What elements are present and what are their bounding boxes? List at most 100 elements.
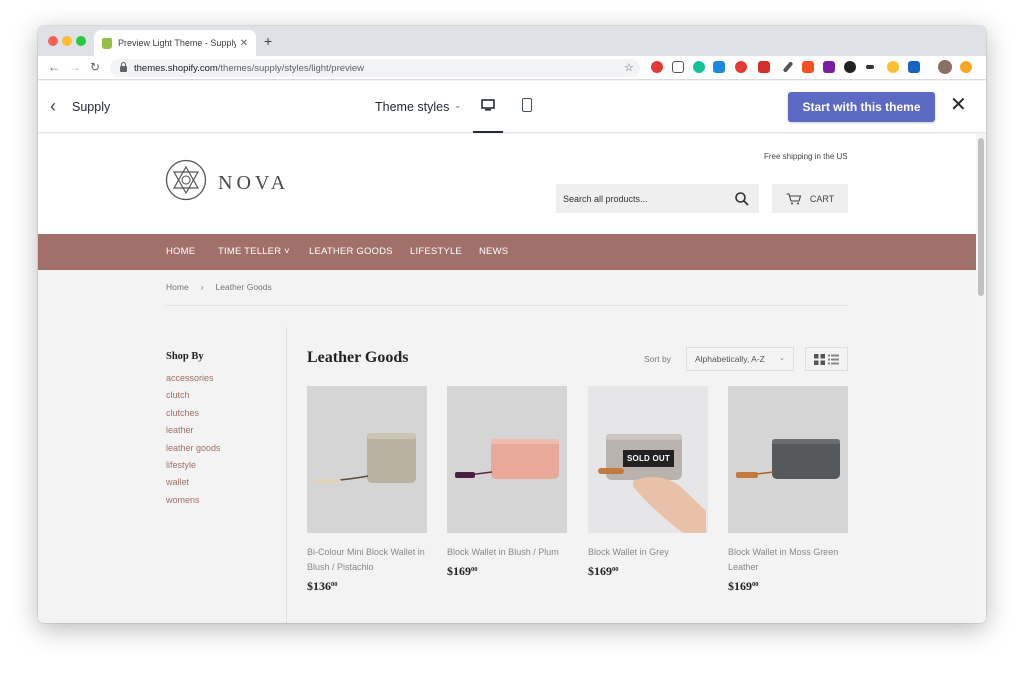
shopify-favicon-icon [102, 37, 112, 49]
price-value: $169 [588, 564, 612, 578]
store-header: NOVA Free shipping in the US Search all … [38, 134, 976, 234]
new-tab-button[interactable]: + [264, 34, 272, 48]
cart-button[interactable]: CART [772, 184, 848, 213]
nav-item-time-teller[interactable]: TIME TELLER ˅ [218, 246, 290, 257]
tab-close-icon[interactable]: ✕ [240, 38, 248, 49]
grammarly-extension-icon[interactable] [693, 61, 705, 73]
tab-strip: Preview Light Theme - Supply ✕ + [38, 26, 986, 56]
product-title[interactable]: Block Wallet in Blush / Plum [447, 545, 567, 560]
back-button[interactable]: ← [48, 60, 60, 74]
product-title[interactable]: Bi-Colour Mini Block Wallet in Blush / P… [307, 545, 427, 575]
extension-icon[interactable] [758, 61, 770, 73]
sort-value: Alphabetically, A-Z [695, 354, 765, 364]
browser-toolbar: ← → ↻ themes.shopify.com/themes/supply/s… [38, 56, 986, 80]
tag-link[interactable]: womens [166, 495, 200, 505]
product-card[interactable]: Block Wallet in Moss Green Leather $1690… [728, 386, 848, 594]
nav-item-leather-goods[interactable]: LEATHER GOODS [309, 246, 393, 257]
wallet-image-icon [313, 433, 416, 483]
product-card[interactable]: Bi-Colour Mini Block Wallet in Blush / P… [307, 386, 427, 594]
sidebar-title: Shop By [166, 351, 204, 362]
nav-item-news[interactable]: NEWS [479, 246, 508, 257]
eyedropper-extension-icon[interactable] [782, 61, 794, 73]
extension-icon[interactable] [960, 61, 972, 73]
product-title[interactable]: Block Wallet in Grey [588, 545, 708, 560]
reload-button[interactable]: ↻ [90, 60, 100, 74]
bookmark-star-icon[interactable]: ☆ [624, 61, 634, 74]
price-cents: 00 [331, 581, 338, 588]
mobile-view-icon[interactable] [522, 98, 532, 112]
maximize-window-button[interactable] [76, 36, 86, 46]
store-logo-text[interactable]: NOVA [218, 172, 289, 195]
tag-link[interactable]: leather [166, 425, 194, 435]
product-image[interactable] [307, 386, 427, 533]
sort-label: Sort by [644, 354, 671, 364]
desktop-view-icon[interactable] [481, 99, 495, 111]
breadcrumb: Home › Leather Goods [166, 282, 272, 292]
chevron-down-icon: ⌄ [779, 355, 785, 362]
product-image[interactable] [447, 386, 567, 533]
divider [166, 305, 848, 306]
breadcrumb-home[interactable]: Home [166, 282, 189, 292]
shipping-note: Free shipping in the US [764, 152, 848, 161]
product-price: $16900 [728, 579, 848, 594]
nova-logo-icon[interactable] [165, 159, 207, 201]
start-with-theme-button[interactable]: Start with this theme [788, 92, 935, 122]
theme-name[interactable]: Supply [72, 100, 110, 114]
extension-icon[interactable] [651, 61, 663, 73]
forward-button[interactable]: → [69, 60, 81, 74]
grid-view-icon[interactable] [813, 353, 825, 365]
tag-link[interactable]: accessories [166, 373, 214, 383]
extension-icon[interactable] [887, 61, 899, 73]
minimize-window-button[interactable] [62, 36, 72, 46]
theme-styles-dropdown[interactable]: Theme styles [375, 100, 449, 114]
pocket-extension-icon[interactable] [672, 61, 684, 73]
tag-link[interactable]: clutch [166, 390, 190, 400]
breadcrumb-current: Leather Goods [215, 282, 272, 292]
browser-tab[interactable]: Preview Light Theme - Supply ✕ [94, 30, 256, 56]
product-price: $16900 [447, 564, 567, 579]
search-input[interactable]: Search all products... [556, 184, 759, 213]
collection-page: Home › Leather Goods Shop By accessories c… [38, 270, 976, 623]
extension-icon[interactable] [823, 61, 835, 73]
lock-icon [120, 62, 127, 72]
product-title[interactable]: Block Wallet in Moss Green Leather [728, 545, 848, 575]
close-icon[interactable]: ✕ [950, 95, 967, 115]
tag-link[interactable]: lifestyle [166, 460, 196, 470]
avatar[interactable] [938, 60, 952, 74]
tag-link[interactable]: leather goods [166, 443, 221, 453]
product-card[interactable]: Block Wallet in Blush / Plum $16900 [447, 386, 567, 579]
sort-select[interactable]: Alphabetically, A-Z ⌄ [686, 347, 794, 371]
wallet-image-icon [736, 439, 840, 479]
view-toggle [805, 347, 848, 371]
nav-item-home[interactable]: HOME [166, 246, 195, 257]
extension-icon[interactable] [866, 65, 874, 69]
search-icon[interactable] [731, 188, 753, 210]
extension-icon[interactable] [844, 61, 856, 73]
price-value: $169 [728, 579, 752, 593]
address-bar[interactable]: themes.shopify.com/themes/supply/styles/… [110, 59, 640, 77]
extension-icon[interactable] [735, 61, 747, 73]
price-cents: 00 [752, 581, 759, 588]
extension-icon[interactable] [713, 61, 725, 73]
extension-icon[interactable] [802, 61, 814, 73]
product-image[interactable]: SOLD OUT [588, 386, 708, 533]
url-host: themes.shopify.com [134, 62, 218, 74]
tag-link[interactable]: wallet [166, 477, 189, 487]
chevron-down-icon[interactable]: ⌄ [454, 100, 462, 111]
price-value: $169 [447, 564, 471, 578]
close-window-button[interactable] [48, 36, 58, 46]
browser-window: Preview Light Theme - Supply ✕ + ← → ↻ t… [38, 26, 986, 623]
list-view-icon[interactable] [828, 354, 840, 365]
product-card[interactable]: SOLD OUT Block Wallet in Grey $16900 [588, 386, 708, 579]
price-cents: 00 [471, 566, 478, 573]
back-chevron-icon[interactable]: ‹ [50, 97, 56, 115]
tag-link[interactable]: clutches [166, 408, 199, 418]
extension-icon[interactable] [908, 61, 920, 73]
product-image[interactable] [728, 386, 848, 533]
nav-item-lifestyle[interactable]: LIFESTYLE [410, 246, 462, 257]
cart-icon [786, 192, 802, 204]
sold-out-badge: SOLD OUT [623, 450, 674, 467]
scrollbar-thumb[interactable] [978, 138, 984, 296]
product-price: $16900 [588, 564, 708, 579]
breadcrumb-separator: › [200, 282, 204, 292]
